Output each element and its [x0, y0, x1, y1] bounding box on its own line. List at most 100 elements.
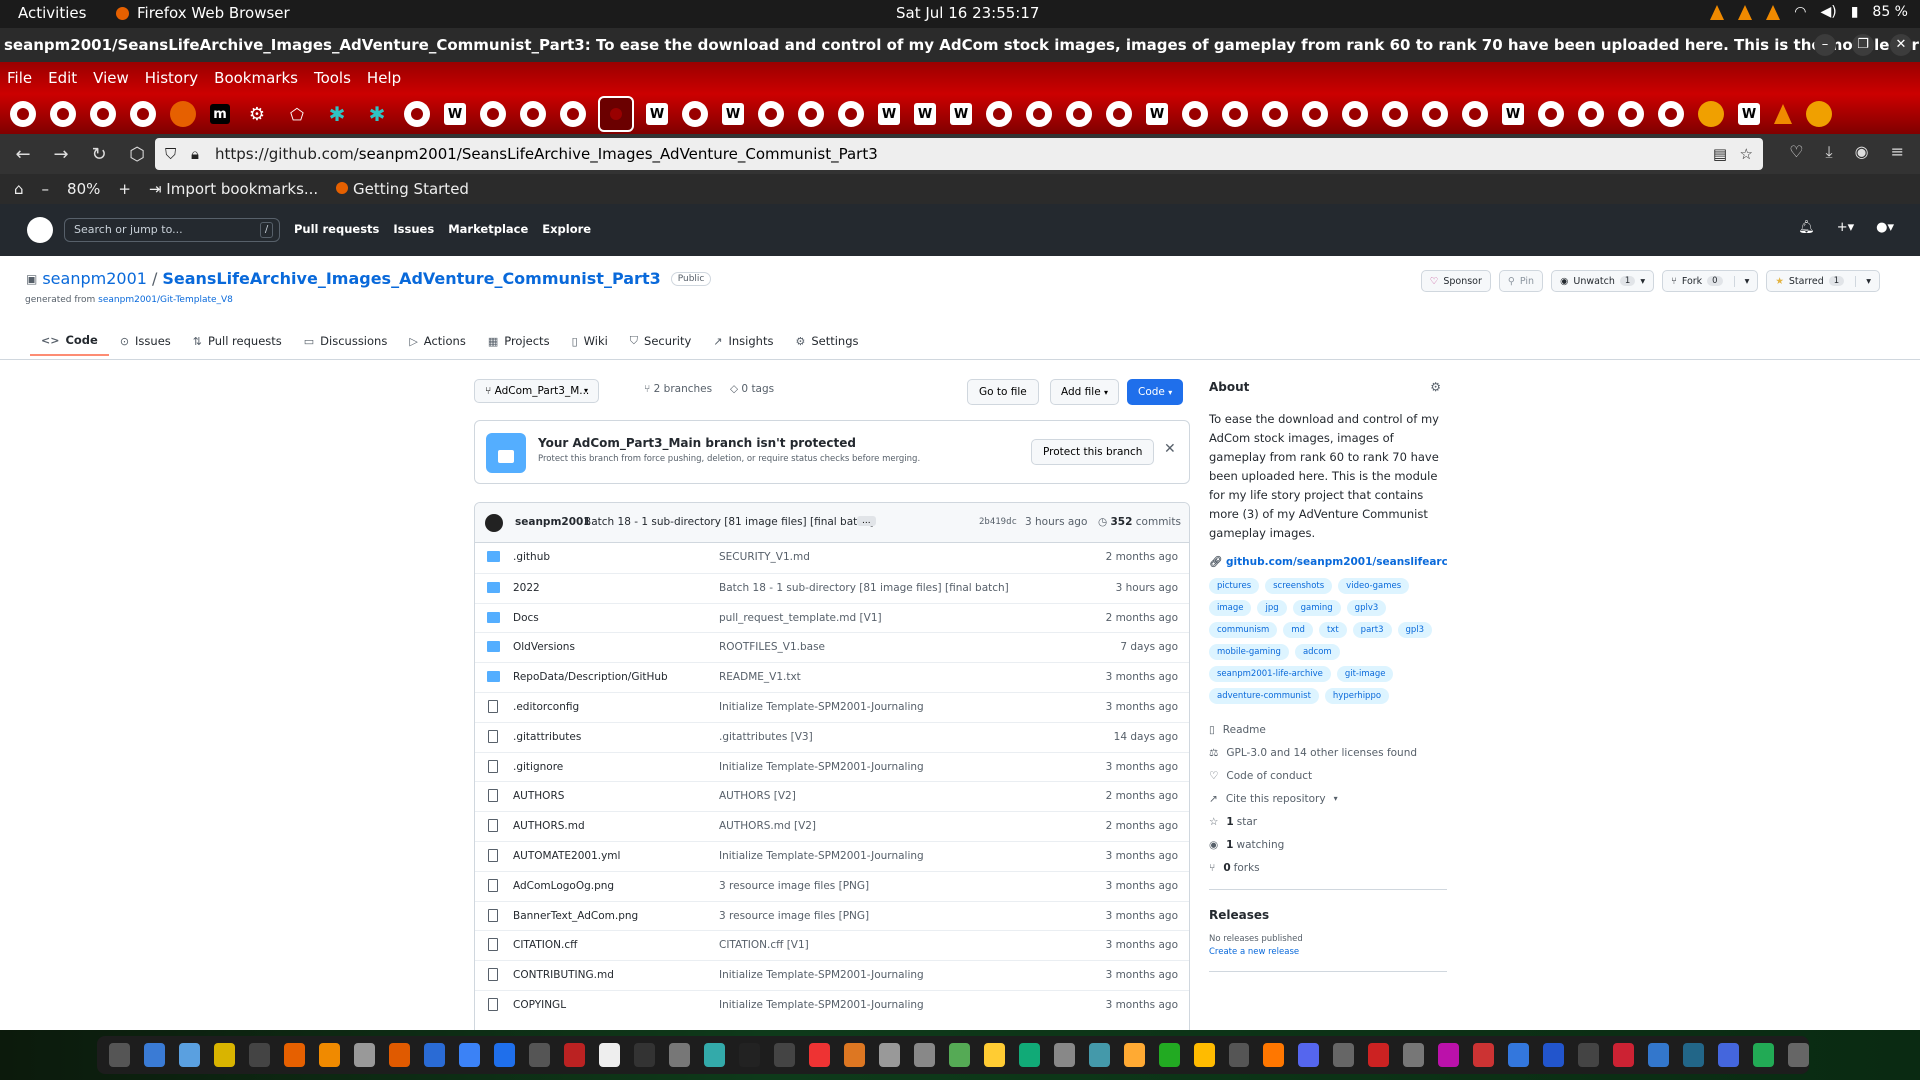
table-row[interactable]: CITATION.cff CITATION.cff [V1] 3 months ag… — [475, 930, 1189, 960]
dock-app-icon[interactable] — [1788, 1043, 1810, 1067]
hyperhippo-tab-icon[interactable] — [1698, 101, 1724, 127]
file-name[interactable]: AUTHORS — [513, 790, 564, 802]
close-icon[interactable]: ✕ — [1890, 34, 1912, 56]
dock-app-icon[interactable] — [1123, 1043, 1145, 1067]
dock-app-icon[interactable] — [109, 1043, 130, 1067]
topic-tag[interactable]: image — [1209, 600, 1252, 616]
github-tab-icon[interactable] — [682, 101, 708, 127]
file-commit-message[interactable]: Initialize Template-SPM2001-Journaling — [719, 850, 924, 862]
file-commit-message[interactable]: Initialize Template-SPM2001-Journaling — [719, 761, 924, 773]
tab-discussions[interactable]: ▭ Discussions — [293, 326, 399, 356]
tab-insights[interactable]: ↗ Insights — [702, 326, 784, 356]
dock-app-icon[interactable] — [283, 1043, 305, 1067]
forks-link[interactable]: ⑂ 0 forks — [1209, 856, 1447, 879]
github-tab-icon[interactable] — [520, 101, 546, 127]
topic-tag[interactable]: adventure-communist — [1209, 688, 1319, 704]
dock-app-icon[interactable] — [773, 1043, 795, 1067]
dock-app-icon[interactable] — [318, 1043, 340, 1067]
bell-icon[interactable]: 🔔︎ — [1798, 220, 1815, 235]
file-name[interactable]: 2022 — [513, 582, 540, 594]
github-tab-icon[interactable] — [1618, 101, 1644, 127]
topic-tag[interactable]: gplv3 — [1346, 600, 1387, 616]
dock-app-icon[interactable] — [1683, 1043, 1705, 1067]
releases-heading[interactable]: Releases — [1209, 908, 1447, 922]
github-tab-icon[interactable] — [1262, 101, 1288, 127]
starred-button[interactable]: ★ Starred 1 ▾ — [1766, 270, 1880, 292]
nav-marketplace[interactable]: Marketplace — [448, 222, 528, 236]
topic-tag[interactable]: seanpm2001-life-archive — [1209, 666, 1331, 682]
table-row[interactable]: .github SECURITY_V1.md 2 months ago — [475, 543, 1189, 573]
dock-app-icon[interactable] — [1648, 1043, 1670, 1067]
table-row[interactable]: .editorconfig Initialize Template-SPM2001… — [475, 691, 1189, 722]
topic-tag[interactable]: git-image — [1336, 666, 1394, 682]
menu-help[interactable]: Help — [367, 69, 401, 87]
file-commit-message[interactable]: Initialize Template-SPM2001-Journaling — [719, 999, 924, 1011]
tab-code[interactable]: <> Code — [30, 326, 109, 356]
tags-link[interactable]: ◇ 0 tags — [730, 383, 774, 395]
github-tab-icon[interactable] — [798, 101, 824, 127]
create-release-link[interactable]: Create a new release — [1209, 947, 1447, 957]
commits-link[interactable]: ◷ 352 commits — [1098, 516, 1181, 528]
repo-name-link[interactable]: SeansLifeArchive_Images_AdVenture_Commun… — [162, 269, 660, 288]
file-name[interactable]: OldVersions — [513, 641, 575, 653]
table-row[interactable]: Docs pull_request_template.md [V1] 2 month… — [475, 602, 1189, 633]
dock-app-icon[interactable] — [1228, 1043, 1250, 1067]
file-name[interactable]: .github — [513, 551, 550, 563]
dock-app-icon[interactable] — [1543, 1043, 1565, 1067]
dock-app-icon[interactable] — [1158, 1043, 1180, 1067]
topic-tag[interactable]: part3 — [1352, 622, 1392, 638]
chevron-down-icon[interactable]: ▾ — [1855, 275, 1871, 287]
menu-bookmarks[interactable]: Bookmarks — [214, 69, 298, 87]
dock-app-icon[interactable] — [948, 1043, 970, 1067]
medium-tab-icon[interactable]: m — [210, 104, 230, 124]
download-icon[interactable]: ⤓ — [1826, 142, 1833, 162]
file-name[interactable]: CONTRIBUTING.md — [513, 969, 614, 981]
table-row[interactable]: BannerText_AdCom.png 3 resource image fil… — [475, 900, 1189, 931]
stars-link[interactable]: ☆ 1 star — [1209, 810, 1447, 833]
topic-tag[interactable]: communism — [1209, 622, 1278, 638]
go-to-file-button[interactable]: Go to file — [967, 379, 1039, 405]
github-tab-icon[interactable] — [50, 101, 76, 127]
app-menu[interactable]: Firefox Web Browser — [116, 4, 290, 22]
topic-tag[interactable]: pictures — [1209, 578, 1260, 594]
github-tab-icon[interactable] — [480, 101, 506, 127]
pin-button[interactable]: ⚲ Pin — [1498, 270, 1544, 292]
topic-tag[interactable]: hyperhippo — [1324, 688, 1390, 704]
zoom-level[interactable]: 80% — [67, 180, 100, 198]
topic-tag[interactable]: txt — [1318, 622, 1347, 638]
sponsor-button[interactable]: ♡ Sponsor — [1420, 270, 1491, 292]
topic-tag[interactable]: jpg — [1257, 600, 1287, 616]
tab-actions[interactable]: ▷ Actions — [398, 326, 476, 356]
github-tab-icon[interactable] — [130, 101, 156, 127]
dock-app-icon[interactable] — [388, 1043, 410, 1067]
file-commit-message[interactable]: 3 resource image files [PNG] — [719, 880, 869, 892]
file-commit-message[interactable]: Batch 18 - 1 sub-directory [81 image fil… — [719, 582, 1009, 594]
dock-app-icon[interactable] — [1298, 1043, 1320, 1067]
table-row[interactable]: AUTHORS AUTHORS [V2] 2 months ago — [475, 781, 1189, 811]
dock-app-icon[interactable] — [1718, 1043, 1740, 1067]
github-tab-icon[interactable] — [838, 101, 864, 127]
dock-app-icon[interactable] — [1753, 1043, 1775, 1067]
home-icon[interactable]: ⌂ — [14, 180, 24, 198]
file-name[interactable]: .gitignore — [513, 761, 563, 773]
dock-app-icon[interactable] — [213, 1043, 235, 1067]
wikipedia-tab-icon[interactable]: W — [1738, 103, 1760, 125]
vlc-tab-icon[interactable] — [1774, 104, 1792, 124]
github-tab-icon[interactable] — [10, 101, 36, 127]
zoom-out-button[interactable]: – — [42, 180, 50, 198]
topic-tag[interactable]: mobile-gaming — [1209, 644, 1289, 660]
dock-app-icon[interactable] — [1333, 1043, 1355, 1067]
dock-app-icon[interactable] — [738, 1043, 760, 1067]
file-name[interactable]: CITATION.cff — [513, 939, 577, 951]
table-row[interactable]: OldVersions ROOTFILES_V1.base 7 days ago — [475, 632, 1189, 662]
pocket-icon[interactable]: ♡ — [1789, 142, 1803, 162]
file-commit-message[interactable]: SECURITY_V1.md — [719, 551, 810, 563]
dock-app-icon[interactable] — [1403, 1043, 1425, 1067]
file-name[interactable]: AdComLogoOg.png — [513, 880, 614, 892]
github-logo-icon[interactable] — [27, 217, 53, 243]
wikipedia-tab-icon[interactable]: W — [1502, 103, 1524, 125]
chevron-down-icon[interactable]: ▾ — [1733, 275, 1749, 287]
code-button[interactable]: Code ▾ — [1127, 379, 1184, 405]
topic-tag[interactable]: gaming — [1292, 600, 1341, 616]
bookmark-import[interactable]: ⇥ Import bookmarks... — [149, 180, 318, 198]
